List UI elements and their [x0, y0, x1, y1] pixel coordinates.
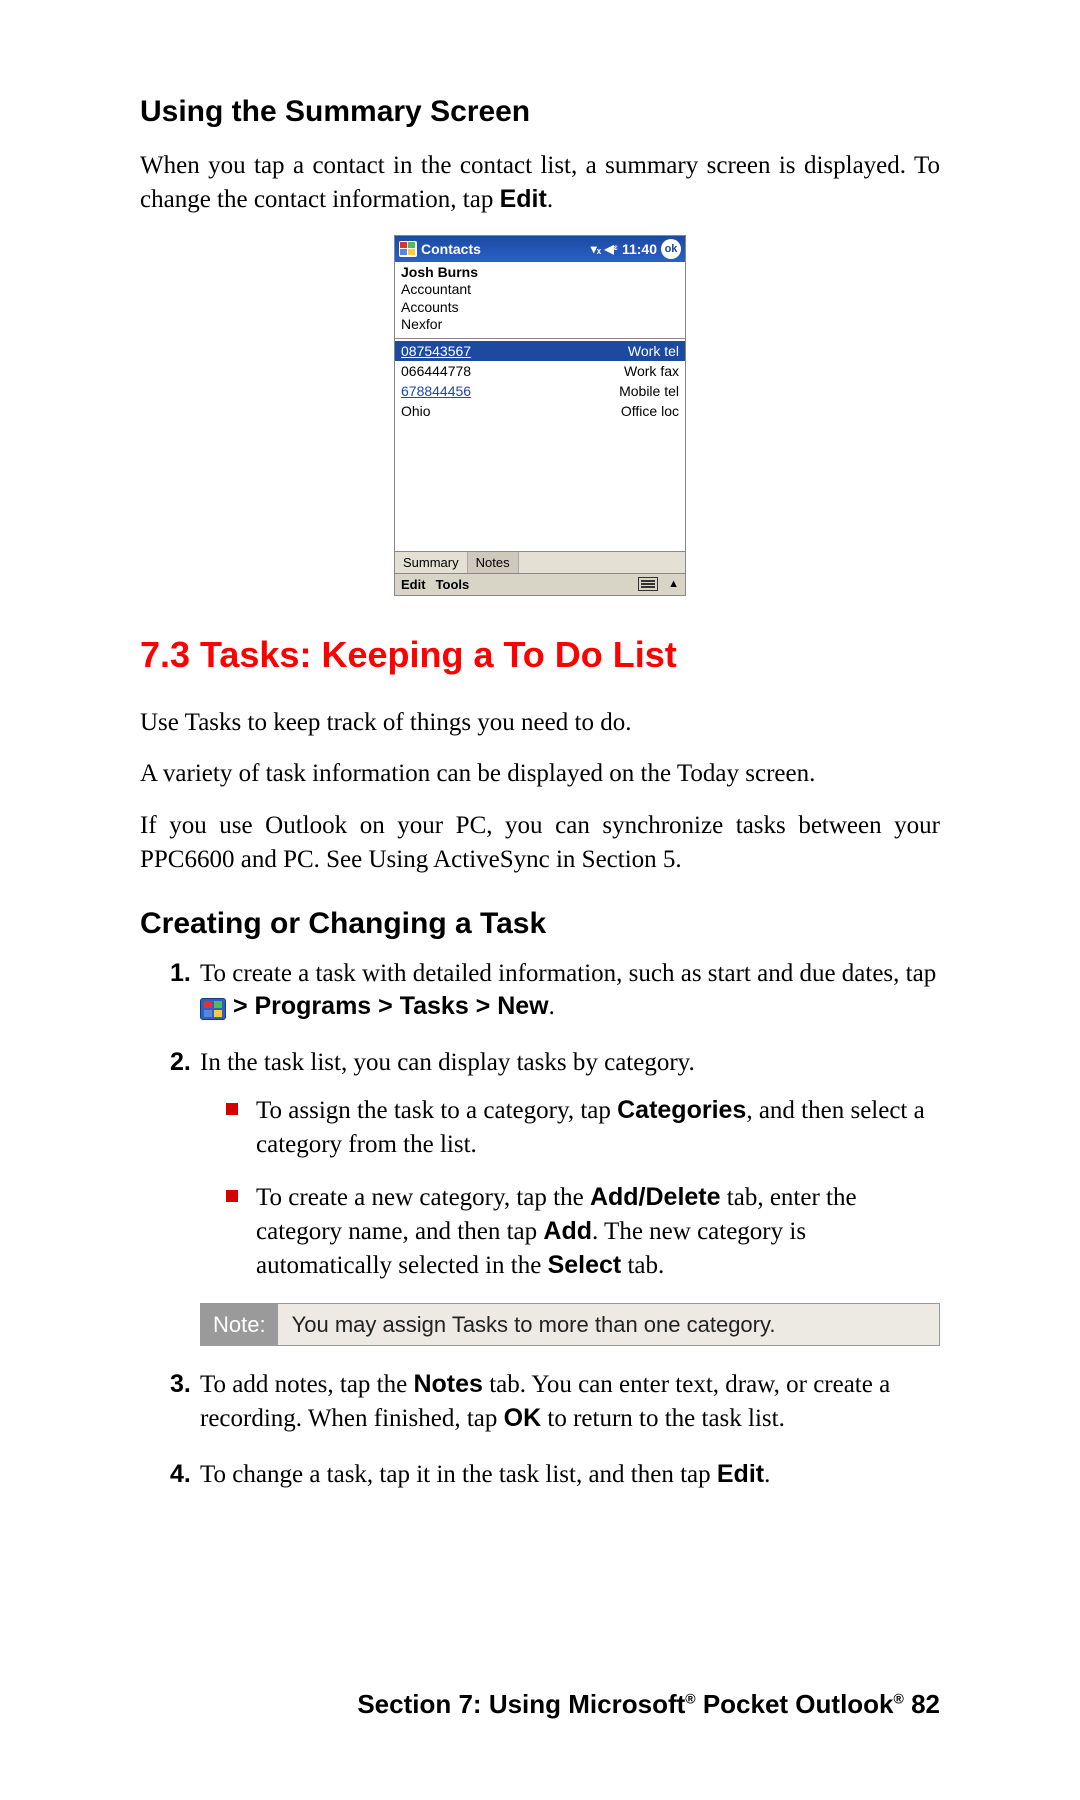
tab-summary[interactable]: Summary	[395, 552, 468, 573]
field-value: 678844456	[401, 383, 471, 399]
contact-name: Josh Burns	[401, 264, 679, 282]
tasks-p3: If you use Outlook on your PC, you can s…	[140, 809, 940, 877]
summary-paragraph: When you tap a contact in the contact li…	[140, 149, 940, 217]
up-arrow-icon[interactable]: ▲	[668, 578, 679, 590]
step-3: 3. To add notes, tap the Notes tab. You …	[170, 1368, 940, 1436]
field-label: Mobile tel	[619, 383, 679, 399]
steps-list: 1. To create a task with detailed inform…	[140, 957, 940, 1492]
contact-company: Nexfor	[401, 316, 679, 334]
step-2: 2. In the task list, you can display tas…	[170, 1046, 940, 1346]
text: In the task list, you can display tasks …	[200, 1049, 695, 1076]
start-menu-icon	[200, 998, 226, 1020]
text: .	[549, 993, 555, 1020]
text: To assign the task to a category, tap	[256, 1097, 617, 1124]
field-row[interactable]: 087543567 Work tel	[395, 341, 685, 361]
step-number: 3.	[170, 1368, 191, 1402]
notes-label: Notes	[413, 1370, 482, 1398]
signal-icon: ▾ₓ ◀ᵋ	[591, 242, 618, 256]
contact-fields: 087543567 Work tel 066444778 Work fax 67…	[395, 341, 685, 551]
page-footer: Section 7: Using Microsoft® Pocket Outlo…	[357, 1689, 940, 1720]
tab-bar: Summary Notes	[395, 551, 685, 573]
field-row[interactable]: 678844456 Mobile tel	[395, 381, 685, 401]
text: .	[547, 186, 553, 213]
step-number: 1.	[170, 957, 191, 991]
contact-role: Accountant	[401, 281, 679, 299]
ok-label: OK	[504, 1404, 542, 1432]
field-label: Work fax	[624, 363, 679, 379]
field-row[interactable]: Ohio Office loc	[395, 401, 685, 421]
text: To create a task with detailed informati…	[200, 960, 936, 987]
clock: 11:40	[622, 241, 657, 257]
reg-mark: ®	[685, 1690, 695, 1706]
text: tab.	[621, 1252, 664, 1279]
contact-header: Josh Burns Accountant Accounts Nexfor	[395, 262, 685, 339]
page-number: 82	[904, 1689, 940, 1719]
heading-creating-task: Creating or Changing a Task	[140, 907, 940, 941]
heading-summary-screen: Using the Summary Screen	[140, 95, 940, 129]
window-title: Contacts	[421, 241, 481, 257]
edit-label: Edit	[500, 185, 547, 213]
field-value: 087543567	[401, 343, 471, 359]
text: To create a new category, tap the	[256, 1184, 590, 1211]
device-screenshot: Contacts ▾ₓ ◀ᵋ 11:40 ok Josh Burns Accou…	[140, 235, 940, 596]
start-flag-icon	[399, 241, 417, 257]
note-text: You may assign Tasks to more than one ca…	[278, 1304, 939, 1346]
field-label: Office loc	[621, 403, 679, 419]
text: .	[764, 1461, 770, 1488]
field-value: 066444778	[401, 363, 471, 379]
text: To add notes, tap the	[200, 1371, 413, 1398]
menu-tools[interactable]: Tools	[436, 577, 470, 592]
titlebar: Contacts ▾ₓ ◀ᵋ 11:40 ok	[395, 236, 685, 262]
reg-mark: ®	[894, 1690, 904, 1706]
sub-bullets: To assign the task to a category, tap Ca…	[200, 1094, 940, 1283]
categories-label: Categories	[617, 1096, 746, 1124]
tasks-p1: Use Tasks to keep track of things you ne…	[140, 706, 940, 740]
contact-dept: Accounts	[401, 299, 679, 317]
add-label: Add	[543, 1217, 592, 1245]
field-value: Ohio	[401, 403, 431, 419]
contacts-window: Contacts ▾ₓ ◀ᵋ 11:40 ok Josh Burns Accou…	[394, 235, 686, 596]
text: To change a task, tap it in the task lis…	[200, 1461, 717, 1488]
ok-button[interactable]: ok	[661, 239, 681, 259]
menu-bar: Edit Tools ▲	[395, 573, 685, 595]
step-4: 4. To change a task, tap it in the task …	[170, 1458, 940, 1492]
heading-tasks: 7.3 Tasks: Keeping a To Do List	[140, 634, 940, 676]
tasks-p2: A variety of task information can be dis…	[140, 757, 940, 791]
bullet-categories: To assign the task to a category, tap Ca…	[226, 1094, 940, 1162]
text: to return to the task list.	[541, 1405, 785, 1432]
field-label: Work tel	[628, 343, 679, 359]
keyboard-icon[interactable]	[638, 577, 658, 591]
step-1: 1. To create a task with detailed inform…	[170, 957, 940, 1025]
tab-notes[interactable]: Notes	[468, 552, 519, 573]
field-row[interactable]: 066444778 Work fax	[395, 361, 685, 381]
footer-text-b: Pocket Outlook	[696, 1689, 894, 1719]
edit-label: Edit	[717, 1460, 764, 1488]
note-label: Note:	[201, 1304, 278, 1346]
note-box: Note: You may assign Tasks to more than …	[200, 1303, 940, 1347]
bullet-new-category: To create a new category, tap the Add/De…	[226, 1181, 940, 1282]
footer-text-a: Section 7: Using Microsoft	[357, 1689, 685, 1719]
step-number: 2.	[170, 1046, 191, 1080]
step-number: 4.	[170, 1458, 191, 1492]
add-delete-label: Add/Delete	[590, 1183, 721, 1211]
select-label: Select	[548, 1251, 622, 1279]
nav-path: > Programs > Tasks > New	[226, 992, 549, 1020]
menu-edit[interactable]: Edit	[401, 577, 426, 592]
